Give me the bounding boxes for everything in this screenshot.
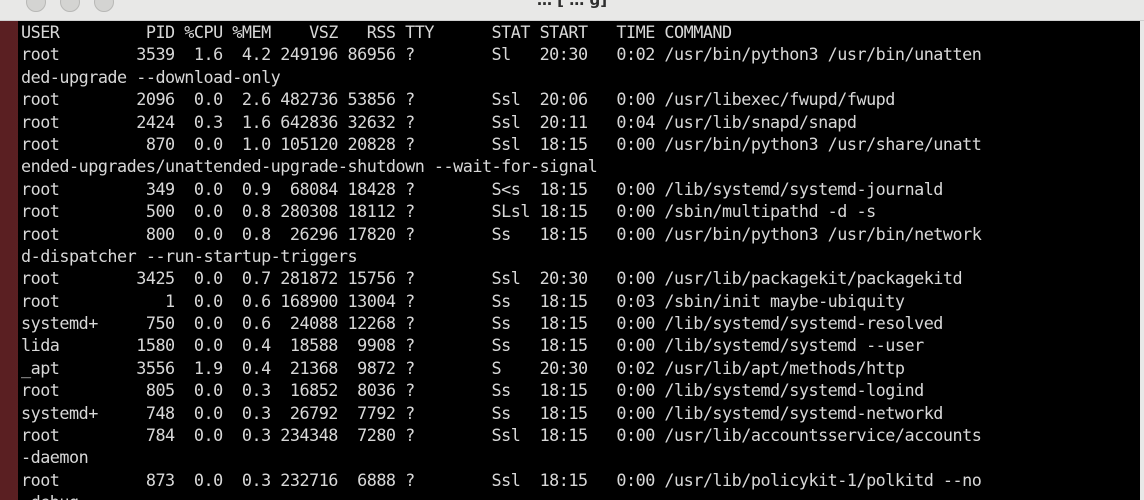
ps-row: root 1 0.0 0.6 168900 13004 ? Ss 18:15 0… [21,290,905,311]
ps-row: systemd+ 748 0.0 0.3 26792 7792 ? Ss 18:… [21,402,943,423]
ps-row-wrap: ded-upgrade --download-only [21,66,281,87]
ps-row: root 500 0.0 0.8 280308 18112 ? SLsl 18:… [21,201,876,222]
ps-output: USER PID %CPU %MEM VSZ RSS TTY STAT STAR… [18,21,1142,500]
ps-row: _apt 3556 1.9 0.4 21368 9872 ? S 20:30 0… [21,357,905,378]
ps-row-wrap: ended-upgrades/unattended-upgrade-shutdo… [21,156,598,177]
ps-header-row: USER PID %CPU %MEM VSZ RSS TTY STAT STAR… [21,22,732,42]
ps-row: root 805 0.0 0.3 16852 8036 ? Ss 18:15 0… [21,380,924,401]
ps-row: root 800 0.0 0.8 26296 17820 ? Ss 18:15 … [21,223,982,244]
ps-row: lida 1580 0.0 0.4 18588 9908 ? Ss 18:15 … [21,335,924,356]
ps-row: root 870 0.0 1.0 105120 20828 ? Ssl 18:1… [21,133,982,154]
window-right-border [1140,21,1144,500]
ps-row: root 873 0.0 0.3 232716 6888 ? Ssl 18:15… [21,469,982,490]
window-titlebar[interactable]: … [ … g] [0,0,1144,21]
ps-row: root 2424 0.3 1.6 642836 32632 ? Ssl 20:… [21,111,857,132]
ps-row: root 2096 0.0 2.6 482736 53856 ? Ssl 20:… [21,89,895,110]
ps-row: root 3539 1.6 4.2 249196 86956 ? Sl 20:3… [21,44,982,65]
ps-row: systemd+ 750 0.0 0.6 24088 12268 ? Ss 18… [21,313,943,334]
ps-row-wrap: -daemon [21,447,89,468]
ps-row-wrap: d-dispatcher --run-startup-triggers [21,245,358,266]
terminal-window[interactable]: … [ … g] USER PID %CPU %MEM VSZ RSS TTY … [0,0,1144,500]
terminal-output-area[interactable]: USER PID %CPU %MEM VSZ RSS TTY STAT STAR… [18,21,1142,500]
ps-row-wrap: -debug [21,491,1142,500]
ps-row: root 3425 0.0 0.7 281872 15756 ? Ssl 20:… [21,268,963,289]
window-title: … [ … g] [536,0,608,9]
ps-row: root 784 0.0 0.3 234348 7280 ? Ssl 18:15… [21,425,982,446]
ps-row: root 349 0.0 0.9 68084 18428 ? S<s 18:15… [21,178,943,199]
